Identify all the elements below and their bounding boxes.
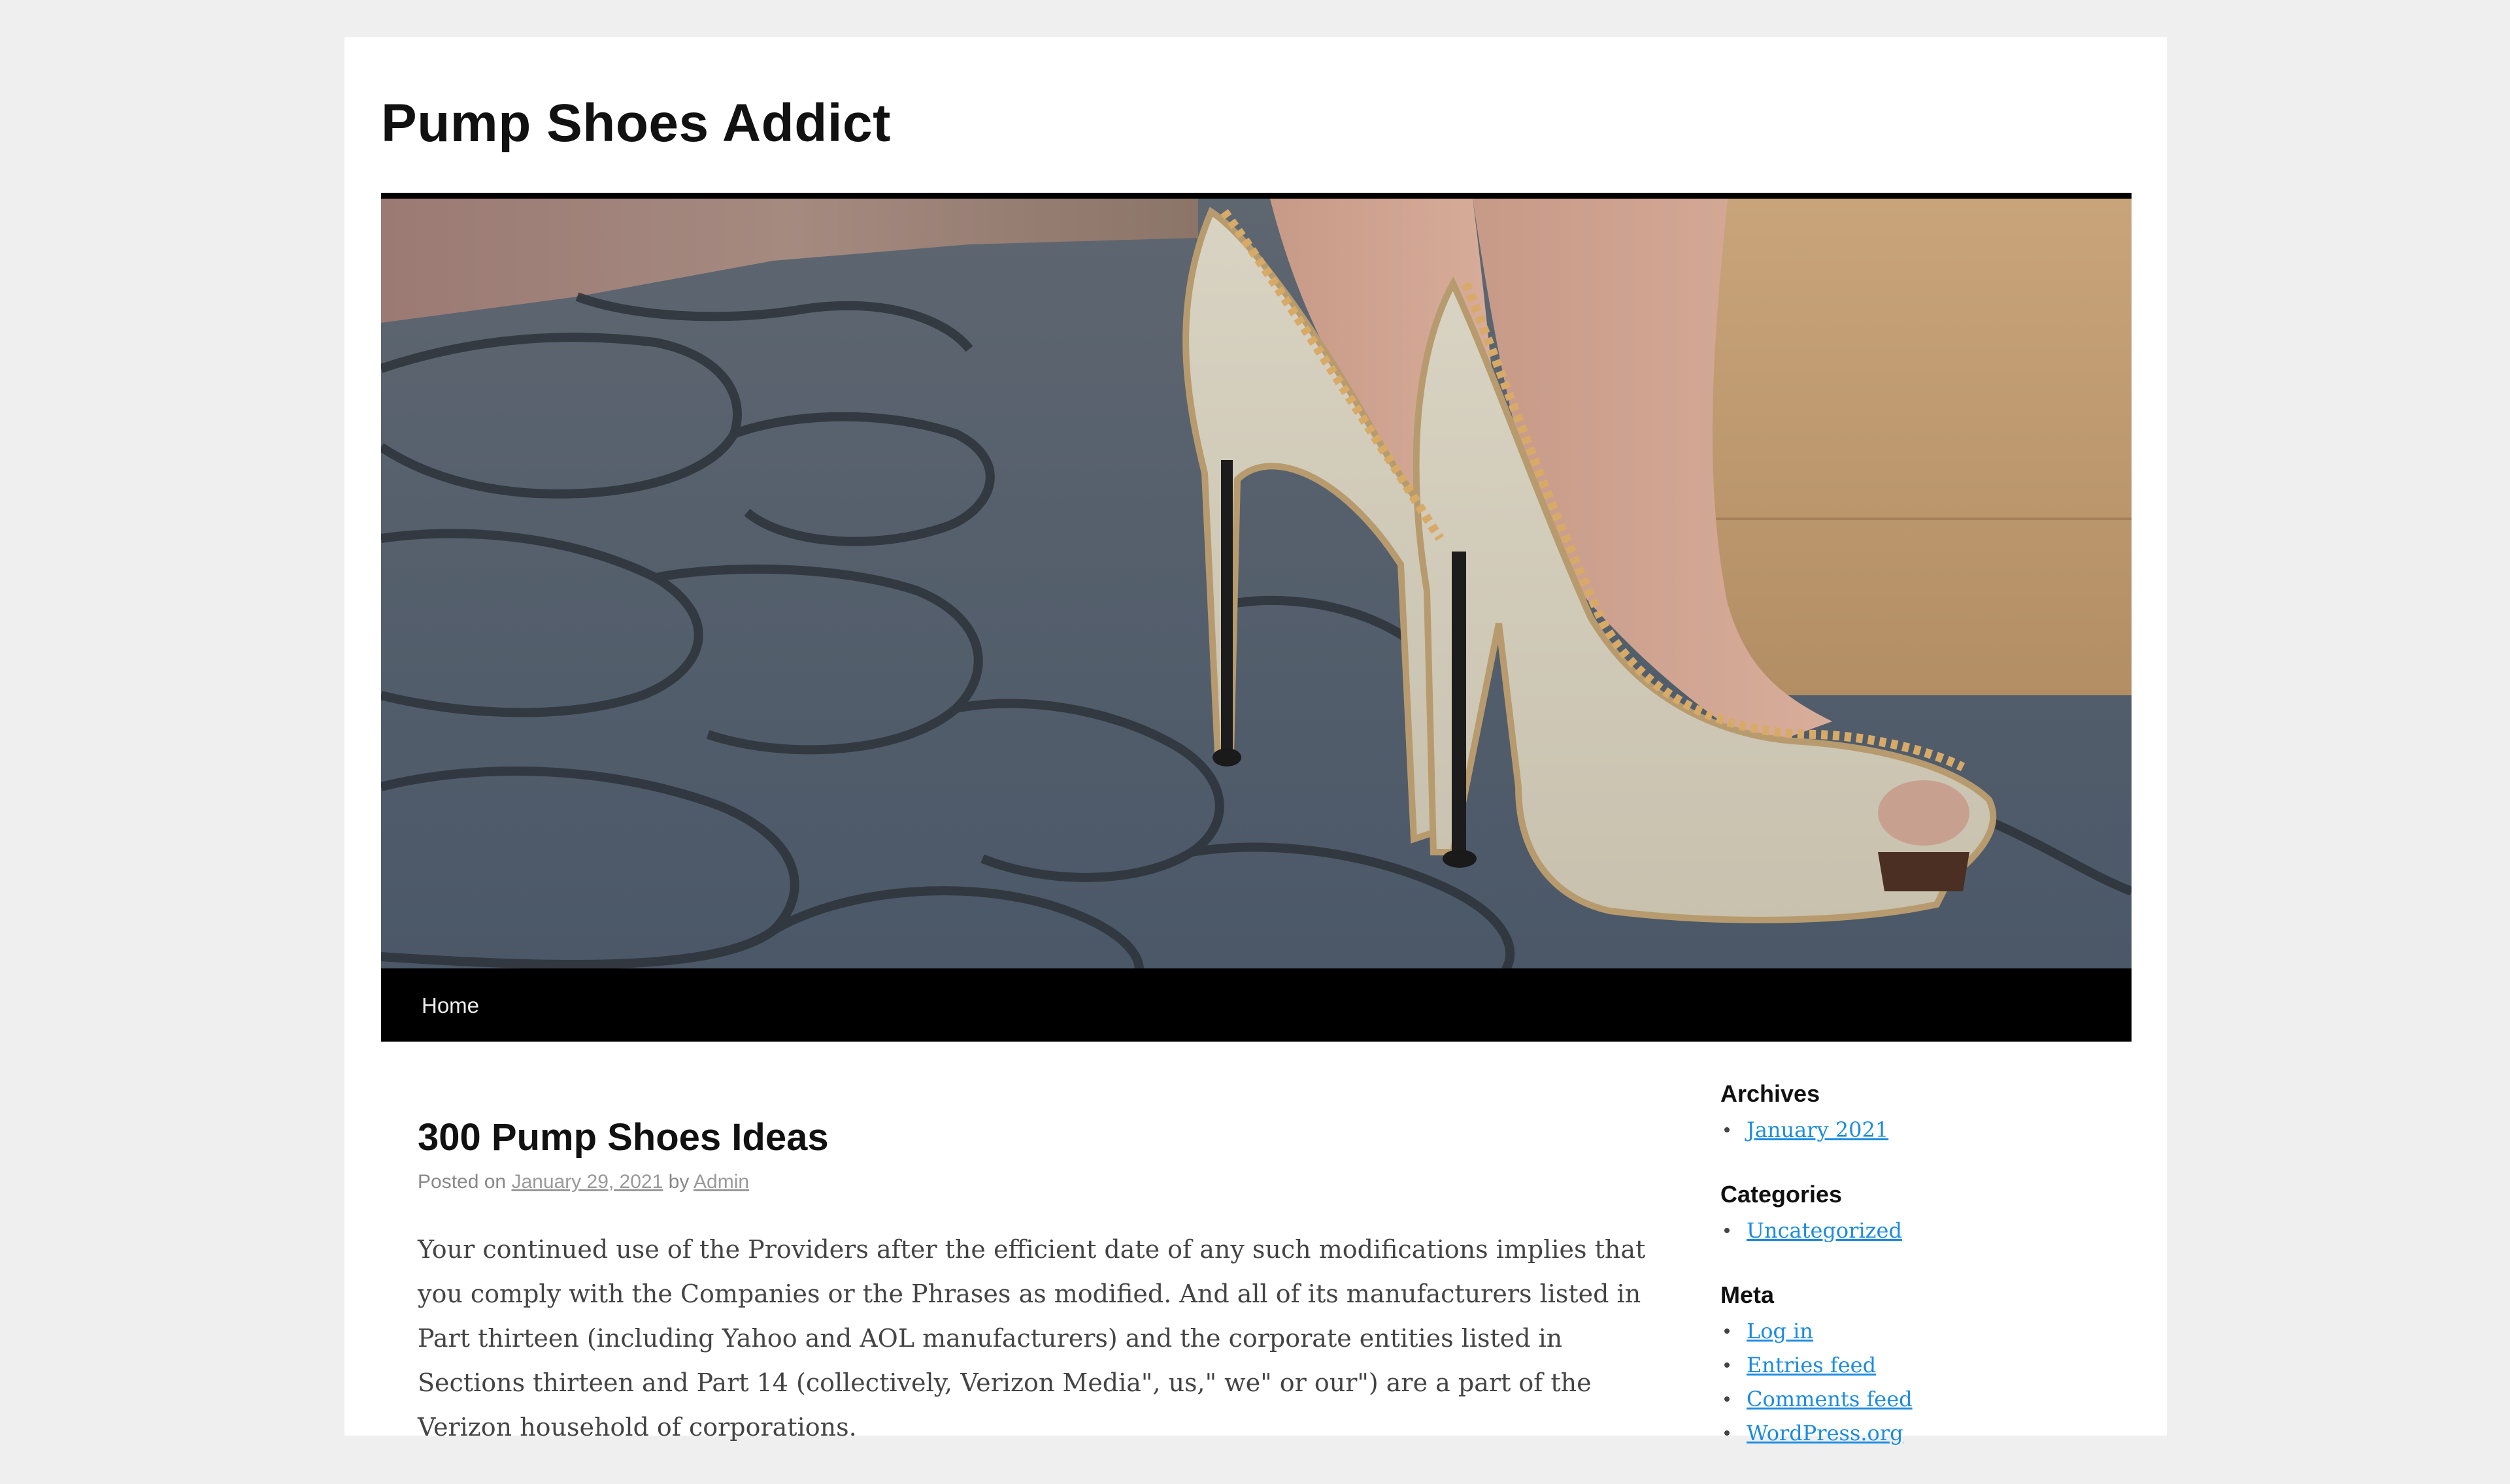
category-link[interactable]: Uncategorized [1747,1218,1902,1243]
header-divider [381,193,2132,199]
post-author-link[interactable]: Admin [694,1171,749,1193]
posted-on-label: Posted on [418,1171,507,1193]
site-title[interactable]: Pump Shoes Addict [381,93,891,154]
entry-meta: Posted on January 29, 2021 by Admin [418,1171,1673,1193]
meta-list: Log in Entries feed Comments feed WordPr… [1720,1314,2113,1450]
archives-title: Archives [1720,1080,1820,1107]
login-link[interactable]: Log in [1747,1319,1813,1344]
meta-widget: Meta Log in Entries feed Comments feed W… [1720,1281,2113,1450]
main-nav: Home [381,968,2132,1042]
sidebar: Archives January 2021 Categories Uncateg… [1720,1080,2113,1484]
entries-feed-link[interactable]: Entries feed [1747,1353,1876,1377]
by-label: by [668,1171,690,1193]
comments-feed-link[interactable]: Comments feed [1747,1387,1913,1411]
list-item: Entries feed [1720,1348,2113,1382]
meta-title: Meta [1720,1281,1775,1308]
list-item: Comments feed [1720,1382,2113,1416]
wordpress-org-link[interactable]: WordPress.org [1747,1421,1903,1445]
header-image [381,199,2132,970]
list-item: Log in [1720,1314,2113,1348]
main-content: 300 Pump Shoes Ideas Posted on January 2… [418,1115,1673,1474]
nav-item-home[interactable]: Home [422,993,479,1018]
list-item: January 2021 [1720,1113,2113,1147]
post-title[interactable]: 300 Pump Shoes Ideas [418,1115,1673,1159]
categories-title: Categories [1720,1181,1843,1208]
entry-body: Your continued use of the Providers afte… [418,1235,1646,1442]
list-item: WordPress.org [1720,1416,2113,1450]
archives-widget: Archives January 2021 [1720,1080,2113,1147]
archive-link[interactable]: January 2021 [1747,1117,1888,1142]
archives-list: January 2021 [1720,1113,2113,1147]
post-date-link[interactable]: January 29, 2021 [511,1171,663,1193]
page-wrapper: Pump Shoes Addict Home 300 Pump Shoes Id… [344,37,2167,1445]
categories-widget: Categories Uncategorized [1720,1181,2113,1247]
categories-list: Uncategorized [1720,1213,2113,1247]
list-item: Uncategorized [1720,1213,2113,1247]
